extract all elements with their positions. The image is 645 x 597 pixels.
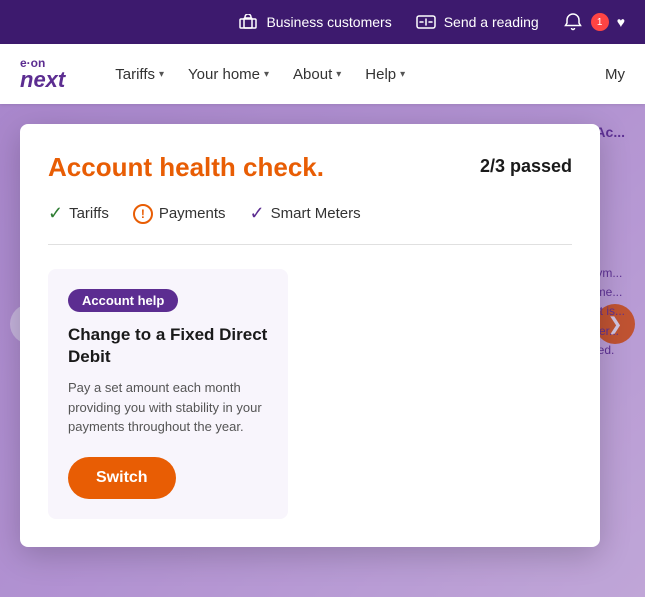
card-title: Change to a Fixed Direct Debit — [68, 324, 268, 368]
nav-tariffs-label: Tariffs — [115, 66, 155, 83]
check-smart-meters: ✓ Smart Meters — [250, 203, 361, 224]
modal-checks: ✓ Tariffs ! Payments ✓ Smart Meters — [48, 203, 572, 245]
about-chevron-icon: ▾ — [336, 69, 341, 80]
top-bar: Business customers Send a reading 1 ♥ — [0, 0, 645, 44]
card-badge: Account help — [68, 289, 178, 312]
account-help-card: Account help Change to a Fixed Direct De… — [48, 269, 288, 519]
modal-header: Account health check. 2/3 passed — [48, 152, 572, 183]
tariffs-pass-icon: ✓ — [48, 203, 63, 224]
nav-bar: e·on next Tariffs ▾ Your home ▾ About ▾ … — [0, 44, 645, 104]
payments-warn-icon: ! — [133, 204, 153, 224]
modal-title: Account health check. — [48, 152, 324, 183]
notification-badge: 1 — [591, 13, 609, 31]
heart-icon: ♥ — [617, 14, 625, 30]
nav-about-label: About — [293, 66, 332, 83]
notification-button[interactable]: 1 ♥ — [563, 12, 625, 32]
smart-meters-check-label: Smart Meters — [271, 205, 361, 222]
business-customers-link[interactable]: Business customers — [238, 12, 391, 32]
meter-icon — [416, 12, 436, 32]
logo-next: next — [20, 69, 65, 91]
payments-check-label: Payments — [159, 205, 226, 222]
help-chevron-icon: ▾ — [400, 69, 405, 80]
modal-overlay: Account health check. 2/3 passed ✓ Tarif… — [0, 104, 645, 597]
switch-button[interactable]: Switch — [68, 457, 176, 499]
nav-help[interactable]: Help ▾ — [365, 66, 405, 83]
business-customers-label: Business customers — [266, 14, 391, 30]
nav-items: Tariffs ▾ Your home ▾ About ▾ Help ▾ — [115, 66, 405, 83]
health-check-modal: Account health check. 2/3 passed ✓ Tarif… — [20, 124, 600, 547]
send-reading-link[interactable]: Send a reading — [416, 12, 539, 32]
nav-your-home[interactable]: Your home ▾ — [188, 66, 269, 83]
tariffs-chevron-icon: ▾ — [159, 69, 164, 80]
nav-about[interactable]: About ▾ — [293, 66, 341, 83]
tariffs-check-label: Tariffs — [69, 205, 109, 222]
card-description: Pay a set amount each month providing yo… — [68, 378, 268, 437]
your-home-chevron-icon: ▾ — [264, 69, 269, 80]
check-tariffs: ✓ Tariffs — [48, 203, 109, 224]
briefcase-icon — [238, 12, 258, 32]
nav-your-home-label: Your home — [188, 66, 260, 83]
nav-tariffs[interactable]: Tariffs ▾ — [115, 66, 164, 83]
check-payments: ! Payments — [133, 204, 226, 224]
smart-meters-pass-icon: ✓ — [250, 203, 265, 224]
send-reading-label: Send a reading — [444, 14, 539, 30]
logo[interactable]: e·on next — [20, 57, 65, 91]
nav-help-label: Help — [365, 66, 396, 83]
modal-passed: 2/3 passed — [480, 156, 572, 177]
nav-my[interactable]: My — [605, 66, 625, 83]
nav-my-label: My — [605, 66, 625, 83]
